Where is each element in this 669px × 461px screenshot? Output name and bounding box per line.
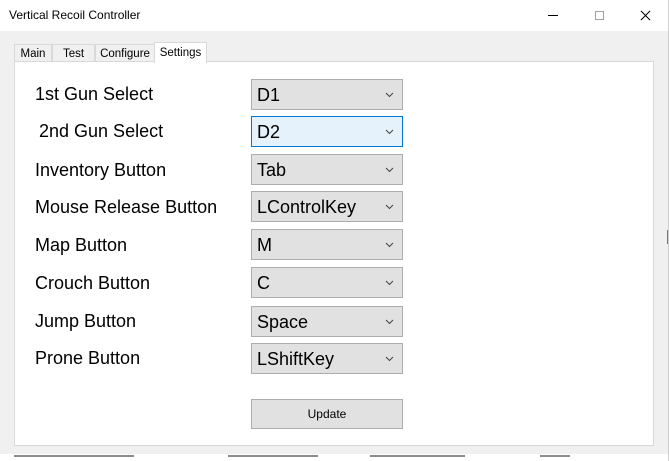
chevron-down-icon (385, 354, 394, 363)
background-text-fragment (228, 455, 318, 457)
first-gun-select-dropdown[interactable]: D1 (251, 79, 403, 110)
dropdown-value: C (257, 273, 270, 293)
dropdown-value: Tab (257, 160, 287, 180)
mouse-release-button-label: Mouse Release Button (35, 197, 218, 217)
map-button-dropdown[interactable]: M (251, 229, 403, 260)
background-text-fragment (540, 455, 570, 457)
close-button[interactable] (622, 0, 668, 31)
chevron-down-icon (385, 127, 394, 136)
minimize-button[interactable] (530, 0, 576, 31)
chevron-down-icon (385, 165, 394, 174)
prone-button-label: Prone Button (35, 348, 141, 368)
tab-configure[interactable]: Configure (95, 44, 155, 62)
update-button[interactable]: Update (251, 399, 403, 429)
map-button-label: Map Button (35, 235, 128, 255)
close-icon (640, 10, 651, 21)
mouse-release-button-dropdown[interactable]: LControlKey (251, 191, 403, 222)
dropdown-value: LControlKey (257, 197, 357, 217)
background-text-fragment (14, 455, 134, 457)
window-left-edge (0, 31, 2, 454)
background-text-fragment (370, 455, 465, 457)
first-gun-select-label: 1st Gun Select (35, 84, 154, 104)
chevron-down-icon (385, 90, 394, 99)
inventory-button-label: Inventory Button (35, 160, 167, 180)
chevron-down-icon (385, 278, 394, 287)
inventory-button-dropdown[interactable]: Tab (251, 154, 403, 185)
crouch-button-label: Crouch Button (35, 273, 151, 293)
minimize-icon (548, 15, 558, 16)
second-gun-select-dropdown[interactable]: D2 (251, 116, 403, 147)
jump-button-dropdown[interactable]: Space (251, 306, 403, 337)
tab-settings[interactable]: Settings (154, 42, 207, 63)
crouch-button-dropdown[interactable]: C (251, 267, 403, 298)
jump-button-label: Jump Button (35, 311, 137, 331)
dropdown-value: Space (257, 312, 309, 332)
window-title: Vertical Recoil Controller (9, 8, 141, 22)
dropdown-value: LShiftKey (257, 349, 335, 369)
title-bar[interactable]: Vertical Recoil Controller (0, 0, 668, 31)
chevron-down-icon (385, 240, 394, 249)
tab-test[interactable]: Test (52, 44, 95, 62)
dropdown-value: M (257, 235, 272, 255)
prone-button-dropdown[interactable]: LShiftKey (251, 343, 403, 374)
chevron-down-icon (385, 317, 394, 326)
second-gun-select-label: 2nd Gun Select (39, 121, 164, 141)
chevron-down-icon (385, 202, 394, 211)
maximize-button[interactable] (576, 0, 622, 31)
settings-tab-page: 1st Gun Select D1 2nd Gun Select D2 Inve… (14, 61, 654, 446)
tab-main[interactable]: Main (14, 44, 52, 62)
app-window: Vertical Recoil Controller Main Test Con… (0, 0, 669, 461)
dropdown-value: D2 (257, 122, 281, 142)
maximize-icon (594, 11, 604, 20)
dropdown-value: D1 (257, 85, 281, 105)
